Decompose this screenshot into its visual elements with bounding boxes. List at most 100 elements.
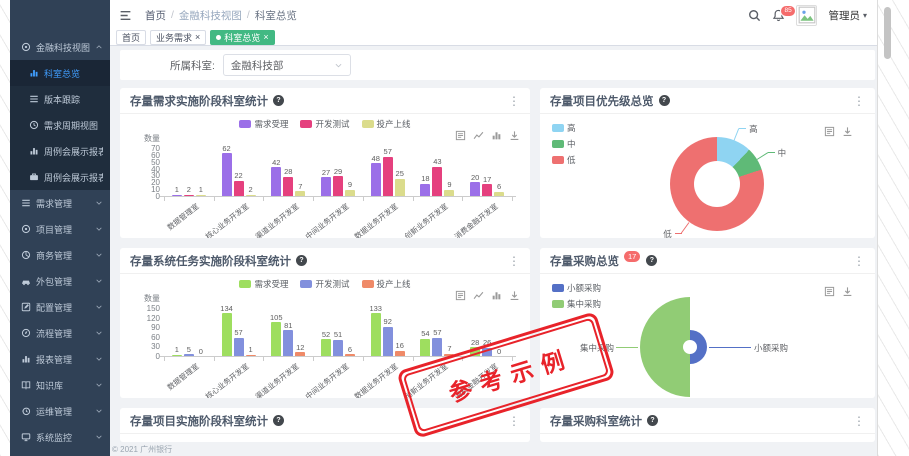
- y-axis-tick: 150: [134, 304, 160, 313]
- sidebar-item-demand[interactable]: 需求管理: [10, 190, 110, 216]
- help-icon[interactable]: ?: [659, 95, 670, 106]
- close-icon[interactable]: ×: [195, 33, 200, 42]
- help-icon[interactable]: ?: [273, 415, 284, 426]
- user-menu[interactable]: 管理员 ▾: [828, 8, 867, 23]
- legend-item[interactable]: 需求受理: [239, 278, 288, 290]
- sidebar-item-label: 商务管理: [36, 249, 95, 262]
- bar-chart-button[interactable]: [491, 130, 502, 141]
- menu-lines-icon: [21, 198, 31, 208]
- panel-menu-button[interactable]: ⋮: [853, 255, 865, 267]
- legend-item[interactable]: 投产上线: [362, 118, 411, 130]
- chevron-down-icon: [95, 355, 103, 363]
- download-button[interactable]: [842, 286, 853, 297]
- legend-item[interactable]: 需求受理: [239, 118, 288, 130]
- sidebar-item-outsourcing[interactable]: 外包管理: [10, 268, 110, 294]
- sidebar-item-demand-cycle[interactable]: 需求周期视图: [10, 112, 110, 138]
- legend-item[interactable]: 集中采购: [552, 298, 601, 310]
- line-chart-button[interactable]: [473, 290, 484, 301]
- bar-value-label: 12: [289, 343, 311, 352]
- sidebar-item-ops[interactable]: 运维管理: [10, 398, 110, 424]
- y-axis-title: 数量: [144, 293, 160, 304]
- sidebar-item-label: 知识库: [36, 379, 95, 392]
- page-scrollbar[interactable]: [884, 7, 891, 59]
- chevron-down-icon: [334, 61, 343, 70]
- chevron-down-icon: [95, 277, 103, 285]
- legend-item[interactable]: 低: [552, 154, 576, 166]
- help-icon[interactable]: ?: [296, 255, 307, 266]
- tab-dept-overview[interactable]: 科室总览×: [210, 30, 274, 45]
- sidebar-item-report[interactable]: 报表管理: [10, 346, 110, 372]
- tab-home[interactable]: 首页: [116, 30, 146, 45]
- bar-需求受理: [420, 184, 430, 196]
- breadcrumb-item[interactable]: 金融科技视图: [179, 8, 242, 23]
- help-icon[interactable]: ?: [273, 95, 284, 106]
- panel-header: 存量项目优先级总览?⋮: [540, 88, 875, 114]
- sidebar-item-dept-overview[interactable]: 科室总览: [10, 60, 110, 86]
- panel-menu-button[interactable]: ⋮: [853, 95, 865, 107]
- tab-label: 业务需求: [156, 31, 192, 44]
- sidebar-item-label: 项目管理: [36, 223, 95, 236]
- notifications-button[interactable]: 85: [772, 9, 785, 22]
- sidebar-item-process[interactable]: 流程管理: [10, 320, 110, 346]
- sidebar-item-version-track[interactable]: 版本跟踪: [10, 86, 110, 112]
- help-icon[interactable]: ?: [647, 415, 658, 426]
- sidebar-item-system[interactable]: 系统管理: [10, 450, 110, 456]
- bar-需求受理: [470, 182, 480, 196]
- sidebar-item-label: 版本跟踪: [44, 93, 103, 106]
- bar-value-label: 7: [438, 344, 460, 353]
- x-axis-label-text: 数据管理室: [165, 201, 201, 233]
- panel-title: 存量需求实施阶段科室统计: [130, 93, 268, 109]
- sidebar-item-project[interactable]: 项目管理: [10, 216, 110, 242]
- hamburger-icon[interactable]: [119, 9, 132, 22]
- caret-down-icon: ▾: [863, 11, 867, 20]
- help-icon[interactable]: ?: [646, 255, 657, 266]
- chevron-down-icon: [95, 251, 103, 259]
- download-button[interactable]: [509, 130, 520, 141]
- x-axis-tick: [214, 197, 215, 201]
- bar-投产上线: [345, 354, 355, 356]
- bar-value-label: 57: [426, 328, 448, 337]
- legend-item[interactable]: 投产上线: [362, 278, 411, 290]
- legend-item[interactable]: 小额采购: [552, 282, 601, 294]
- sidebar-item-monitor[interactable]: 系统监控: [10, 424, 110, 450]
- sidebar-item-fintech-view[interactable]: 金融科技视图: [10, 34, 110, 60]
- panel-menu-button[interactable]: ⋮: [508, 95, 520, 107]
- legend-chip: [362, 280, 374, 288]
- x-axis-tick: [413, 197, 414, 201]
- bar-chart-button[interactable]: [491, 290, 502, 301]
- data-view-button[interactable]: [824, 286, 835, 297]
- department-select[interactable]: 金融科技部: [223, 54, 351, 76]
- panel-menu-button[interactable]: ⋮: [508, 415, 520, 427]
- sidebar-item-business[interactable]: 商务管理: [10, 242, 110, 268]
- panel-menu-button[interactable]: ⋮: [853, 415, 865, 427]
- legend-item[interactable]: 开发测试: [300, 278, 349, 290]
- sidebar-item-weekly-procurement[interactable]: 周例会展示报表-采购: [10, 164, 110, 190]
- sidebar-menu: 金融科技视图科室总览版本跟踪需求周期视图周例会展示报表-项目周例会展示报表-采购…: [10, 34, 110, 456]
- x-axis-tick: [363, 197, 364, 201]
- line-chart-button[interactable]: [473, 130, 484, 141]
- briefcase-icon: [29, 172, 39, 182]
- sidebar-item-weekly-project[interactable]: 周例会展示报表-项目: [10, 138, 110, 164]
- legend-item[interactable]: 中: [552, 138, 576, 150]
- data-view-button[interactable]: [824, 126, 835, 137]
- legend-label: 中: [567, 138, 576, 150]
- sidebar-item-knowledge[interactable]: 知识库: [10, 372, 110, 398]
- panel-menu-button[interactable]: ⋮: [508, 255, 520, 267]
- search-icon[interactable]: [748, 9, 761, 22]
- close-icon[interactable]: ×: [263, 33, 268, 42]
- avatar[interactable]: [796, 5, 817, 26]
- bar-需求受理: [420, 339, 430, 356]
- legend-item[interactable]: 开发测试: [300, 118, 349, 130]
- bar-value-label: 2: [240, 185, 262, 194]
- legend-chip: [300, 120, 312, 128]
- tab-biz-demand[interactable]: 业务需求×: [150, 30, 206, 45]
- data-view-button[interactable]: [455, 130, 466, 141]
- x-axis-label-text: 渠道业务开发室: [253, 361, 301, 398]
- bar-value-label: 43: [426, 157, 448, 166]
- download-button[interactable]: [509, 290, 520, 301]
- breadcrumb-item[interactable]: 首页: [145, 8, 166, 23]
- sidebar-item-config[interactable]: 配置管理: [10, 294, 110, 320]
- download-button[interactable]: [842, 126, 853, 137]
- legend-item[interactable]: 高: [552, 122, 576, 134]
- data-view-button[interactable]: [455, 290, 466, 301]
